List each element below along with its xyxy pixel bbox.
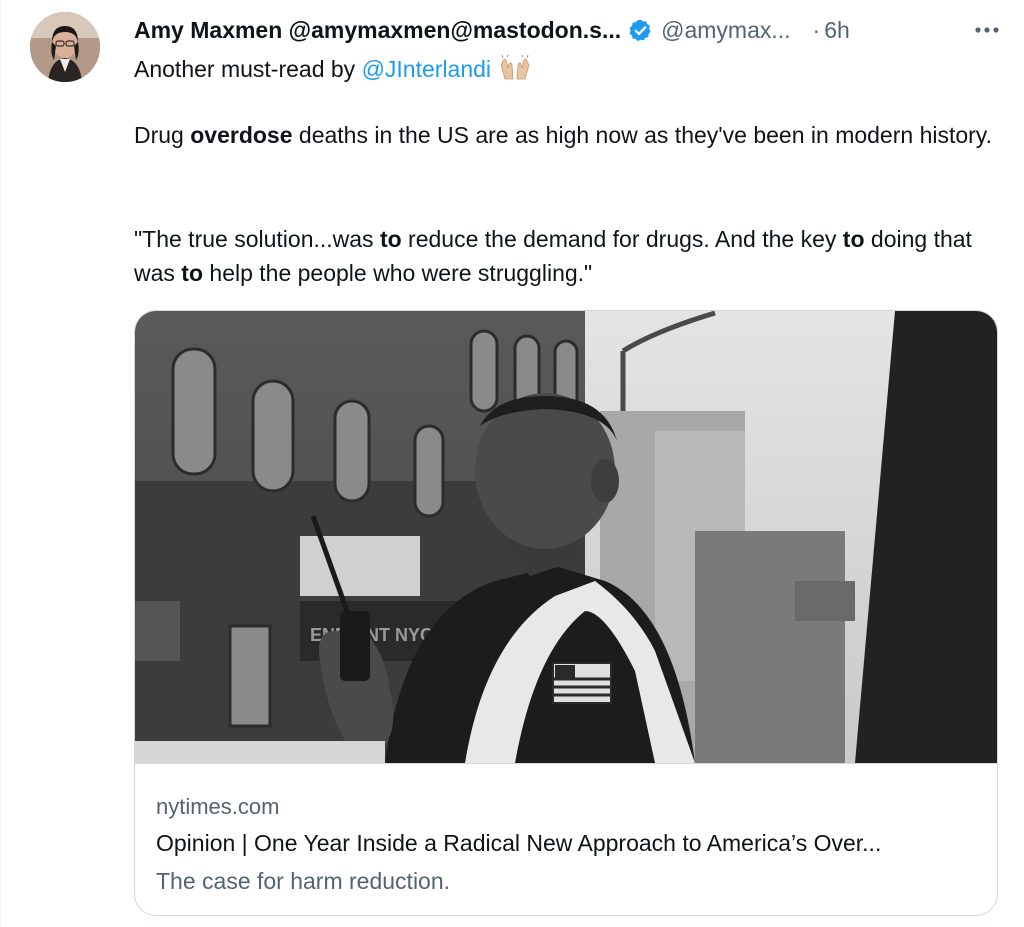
verified-badge-icon[interactable] [628, 18, 653, 43]
tweet-paragraph-1: Drug overdose deaths in the US are as hi… [134, 118, 994, 152]
tweet-header: Amy Maxmen @amymaxmen@mastodon.s... @amy… [134, 12, 1004, 48]
link-preview-card[interactable]: ENPOINT NYC nytimes.com Opinion | One Ye… [134, 310, 998, 916]
news-photo-icon: ENPOINT NYC [135, 311, 997, 763]
tweet-text-line1: Another must-read by @JInterlandi [134, 52, 533, 86]
link-card-meta: nytimes.com Opinion | One Year Inside a … [135, 763, 997, 915]
avatar-portrait-icon [30, 12, 100, 82]
text-segment: deaths in the US are as high now as they… [292, 122, 992, 148]
text-segment: reduce the demand for drugs. And the key [401, 226, 843, 252]
text-segment: Drug [134, 122, 191, 148]
timeline-border [0, 0, 1, 927]
text-segment: "The true solution...was [134, 226, 380, 252]
text-segment: help the people who were struggling." [203, 260, 593, 286]
raising-hands-emoji-icon [500, 55, 530, 80]
tweet-timestamp[interactable]: 6h [824, 17, 850, 44]
author-display-name[interactable]: Amy Maxmen @amymaxmen@mastodon.s... [134, 17, 621, 44]
avatar[interactable] [30, 12, 100, 82]
separator-dot: · [812, 16, 821, 43]
more-options-button[interactable] [970, 16, 1004, 44]
bold-keyword: to [379, 226, 402, 252]
bold-keyword: to [842, 226, 865, 252]
link-title[interactable]: Opinion | One Year Inside a Radical New … [156, 830, 981, 857]
link-domain: nytimes.com [156, 794, 280, 819]
bold-keyword: overdose [190, 122, 293, 148]
author-handle[interactable]: @amymax... [661, 17, 790, 44]
more-dots-icon [975, 27, 999, 33]
text-segment: Another must-read by [134, 56, 362, 82]
mention-link[interactable]: @JInterlandi [362, 56, 491, 82]
bold-keyword: to [181, 260, 204, 286]
tweet-paragraph-2: "The true solution...was to reduce the d… [134, 222, 994, 290]
link-description: The case for harm reduction. [156, 868, 451, 894]
